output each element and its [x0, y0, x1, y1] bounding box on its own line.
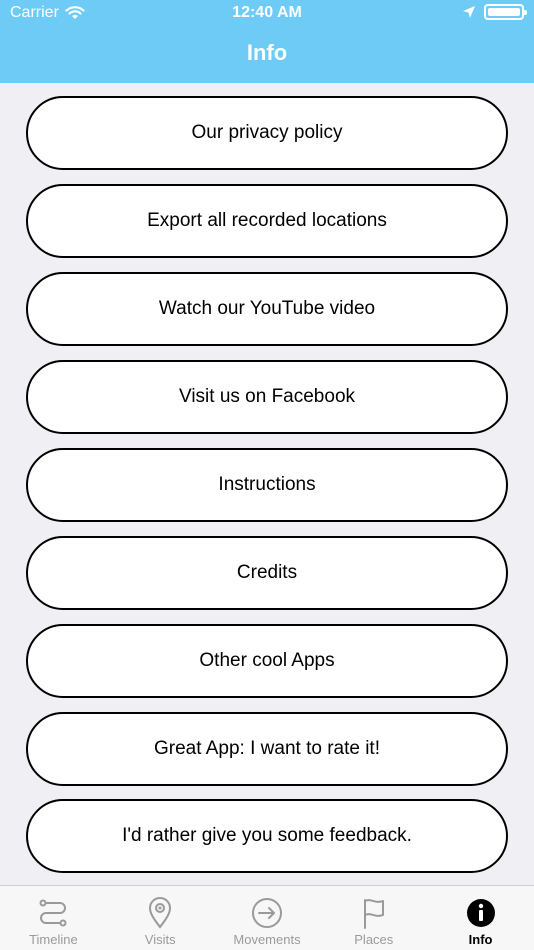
- rate-app-button[interactable]: Great App: I want to rate it!: [26, 712, 508, 786]
- credits-button[interactable]: Credits: [26, 536, 508, 610]
- map-pin-icon: [149, 897, 172, 929]
- page-title: Info: [246, 40, 288, 65]
- other-apps-button[interactable]: Other cool Apps: [26, 624, 508, 698]
- timeline-icon: [39, 899, 67, 927]
- status-time: 12:40 AM: [232, 4, 302, 21]
- tab-label: Info: [468, 932, 493, 947]
- tab-visits[interactable]: Visits: [107, 886, 214, 950]
- youtube-video-button[interactable]: Watch our YouTube video: [26, 272, 508, 346]
- tab-places[interactable]: Places: [320, 886, 427, 950]
- tab-label: Movements: [233, 932, 301, 947]
- tab-timeline[interactable]: Timeline: [0, 886, 107, 950]
- tab-bar: Timeline Visits Movements Places Info: [0, 885, 534, 950]
- tab-label: Visits: [144, 932, 176, 947]
- flag-icon: [363, 899, 384, 929]
- info-menu: Our privacy policy Export all recorded l…: [0, 83, 534, 885]
- facebook-button[interactable]: Visit us on Facebook: [26, 360, 508, 434]
- header: Carrier 12:40 AM Info: [0, 0, 534, 83]
- feedback-button[interactable]: I'd rather give you some feedback.: [26, 799, 508, 873]
- battery-icon: [484, 4, 527, 20]
- instructions-button[interactable]: Instructions: [26, 448, 508, 522]
- status-bar: Carrier 12:40 AM: [0, 0, 534, 28]
- tab-info[interactable]: Info: [427, 886, 534, 950]
- tab-label: Places: [354, 932, 394, 947]
- export-locations-button[interactable]: Export all recorded locations: [26, 184, 508, 258]
- tab-movements[interactable]: Movements: [214, 886, 321, 950]
- privacy-policy-button[interactable]: Our privacy policy: [26, 96, 508, 170]
- location-arrow-icon: [463, 6, 475, 18]
- status-right: [462, 4, 527, 20]
- info-icon: [466, 899, 495, 927]
- tab-label: Timeline: [29, 932, 78, 947]
- arrow-circle-icon: [251, 898, 282, 928]
